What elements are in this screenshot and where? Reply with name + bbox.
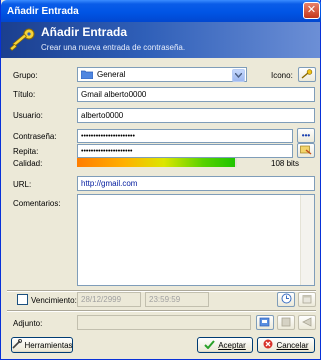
quality-bar (77, 158, 237, 167)
password-field[interactable]: •••••••••••••••••••••• (77, 129, 293, 143)
tools-button-label: Herramientas (24, 340, 73, 350)
clock-icon (281, 293, 292, 306)
folder-icon (80, 70, 94, 80)
tools-icon (11, 338, 22, 351)
generator-icon (300, 145, 312, 157)
url-label: URL: (13, 180, 32, 189)
cancel-button[interactable]: Cancelar (257, 337, 315, 353)
key-icon (7, 25, 37, 55)
group-label: Grupo: (13, 71, 38, 80)
save-icon (281, 317, 291, 329)
comments-textarea[interactable] (77, 194, 315, 286)
expiry-time-field[interactable]: 23:59:59 (145, 292, 209, 307)
generate-password-button[interactable] (297, 143, 315, 158)
attachment-field[interactable] (77, 315, 251, 330)
add-entry-dialog: Añadir Entrada ✕ Añadir Entrada Crear un… (0, 0, 321, 360)
calendar-icon (302, 294, 312, 306)
quality-bar-fill (77, 158, 236, 167)
expiry-label: Vencimiento: (31, 296, 77, 305)
title-field[interactable]: Gmail alberto0000 (77, 87, 315, 102)
quality-label: Calidad: (13, 159, 43, 168)
attach-file-button[interactable] (256, 315, 274, 330)
accept-button[interactable]: Aceptar (197, 337, 253, 353)
icon-picker-button[interactable] (298, 67, 316, 82)
accept-button-label: Aceptar (218, 340, 246, 350)
banner-title: Añadir Entrada (41, 25, 128, 39)
comments-label: Comentarios: (13, 199, 61, 208)
user-field[interactable]: alberto0000 (77, 108, 315, 123)
icon-label: Icono: (271, 71, 293, 80)
comments-scrollbar[interactable] (300, 195, 314, 285)
close-icon: ✕ (306, 4, 317, 16)
title-bar[interactable]: Añadir Entrada ✕ (1, 0, 321, 22)
tools-button[interactable]: Herramientas (11, 337, 73, 353)
remove-attachment-button[interactable] (298, 315, 316, 330)
repeat-password-field[interactable]: ••••••••••••••••••••• (77, 144, 293, 158)
checkmark-icon (204, 339, 215, 351)
repeat-label: Repita: (13, 147, 39, 156)
password-label: Contraseña: (13, 132, 57, 141)
banner-subtitle: Crear una nueva entrada de contraseña. (41, 43, 186, 52)
cancel-button-label: Cancelar (276, 340, 309, 350)
expiry-checkbox[interactable] (17, 294, 28, 305)
save-attachment-button[interactable] (277, 315, 295, 330)
url-field[interactable]: http://gmail.com (77, 176, 315, 191)
window-title: Añadir Entrada (7, 5, 79, 17)
divider (7, 310, 316, 312)
user-label: Usuario: (13, 111, 43, 120)
remove-icon (302, 316, 312, 329)
chevron-down-icon[interactable] (232, 69, 245, 82)
expiry-calendar-button[interactable] (298, 292, 316, 307)
header-banner: Añadir Entrada Crear una nueva entrada d… (1, 22, 320, 58)
group-select[interactable]: General (77, 67, 247, 82)
group-value: General (97, 70, 126, 79)
expiry-date-field[interactable]: 28/12/2999 (77, 292, 141, 307)
cancel-icon (263, 339, 273, 351)
dots-icon: ••• (301, 131, 311, 140)
quality-bits: 108 bits (271, 159, 300, 168)
reveal-password-button[interactable]: ••• (297, 128, 315, 143)
close-button[interactable]: ✕ (303, 2, 320, 19)
open-file-icon (259, 317, 271, 329)
attachment-label: Adjunto: (13, 319, 43, 328)
expiry-preset-button[interactable] (277, 292, 295, 307)
key-icon (301, 68, 313, 81)
title-label: Título: (13, 90, 36, 99)
